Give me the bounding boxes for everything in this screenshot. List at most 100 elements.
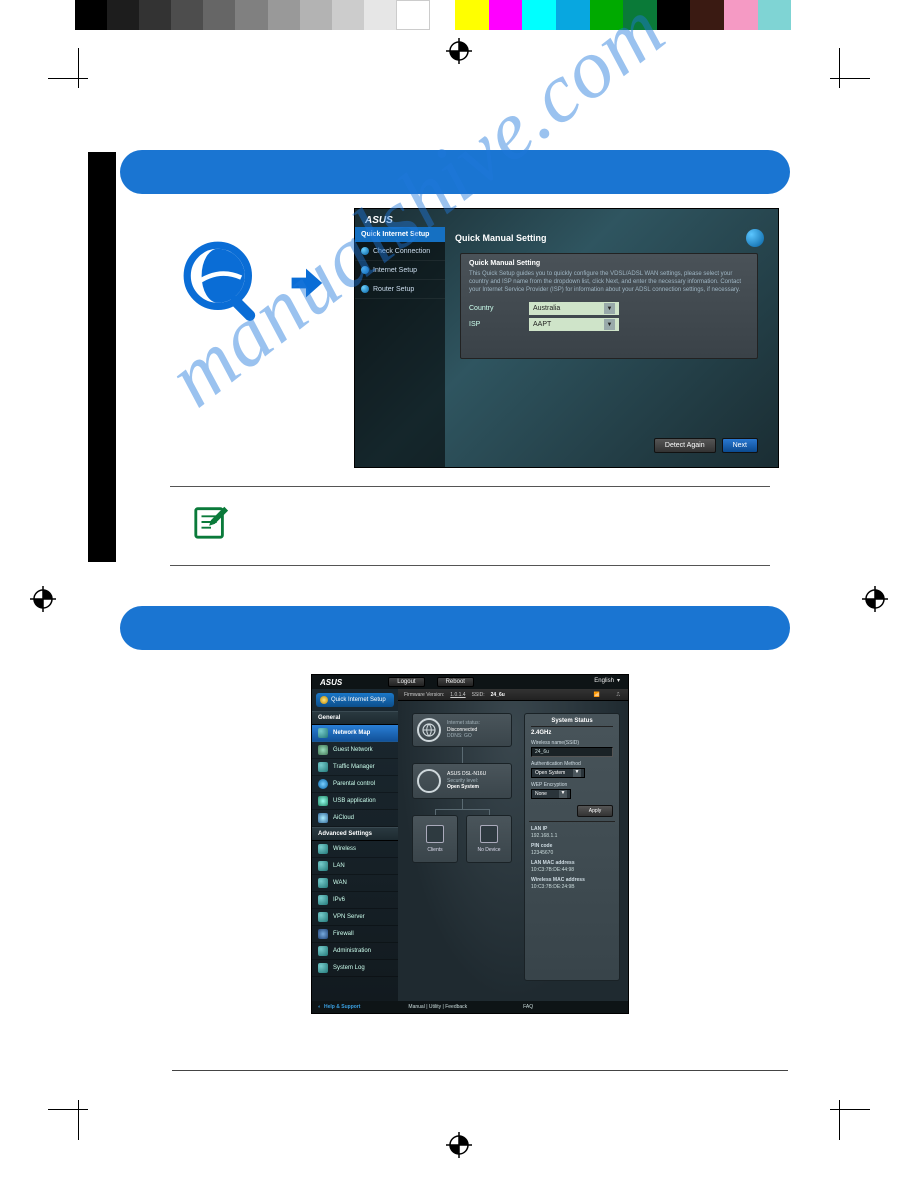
registration-mark-icon: [446, 38, 472, 64]
country-value: Australia: [533, 305, 560, 312]
panel-header: Quick Manual Setting: [469, 260, 749, 267]
vpn-icon: [318, 912, 328, 922]
auth-select[interactable]: Open System▼: [531, 768, 585, 778]
section-heading-band: [120, 150, 790, 194]
usb-card[interactable]: No Device: [466, 815, 512, 863]
footer-links[interactable]: Manual | Utility | Feedback: [408, 1004, 467, 1010]
chevron-down-icon: ▼: [559, 790, 567, 798]
nav-wan[interactable]: WAN: [312, 875, 398, 892]
arrow-right-icon: [288, 265, 324, 301]
guest-icon: [318, 745, 328, 755]
nav-firewall[interactable]: Firewall: [312, 926, 398, 943]
wan-icon: [318, 878, 328, 888]
link-line: [435, 809, 489, 810]
fw-version[interactable]: 1.0.1.4: [450, 692, 465, 698]
divider: [529, 821, 615, 822]
wep-select[interactable]: None▼: [531, 789, 571, 799]
internet-status-label: Internet status:: [447, 720, 480, 727]
reboot-button[interactable]: Reboot: [437, 677, 474, 687]
divider: [170, 565, 770, 566]
nav-aicloud[interactable]: AiCloud: [312, 810, 398, 827]
crop-mark: [820, 48, 870, 98]
traffic-icon: [318, 762, 328, 772]
wep-label: WEP Encryption: [531, 782, 613, 788]
security-value: Open System: [447, 784, 486, 791]
step-icon: [361, 247, 369, 255]
usb-icon: [318, 796, 328, 806]
band-tab[interactable]: 2.4GHz: [531, 730, 613, 736]
wifi-icon: 📶: [594, 692, 600, 698]
divider: [172, 1070, 788, 1071]
nav-ipv6[interactable]: IPv6: [312, 892, 398, 909]
faq-link[interactable]: FAQ: [523, 1004, 533, 1010]
clients-card[interactable]: Clients: [412, 815, 458, 863]
nav-guest[interactable]: Guest Network: [312, 742, 398, 759]
admin-icon: [318, 946, 328, 956]
system-status-panel: System Status 2.4GHz Wireless name(SSID)…: [524, 713, 620, 981]
pin-value: 12345670: [531, 850, 613, 856]
crop-mark: [48, 1090, 98, 1140]
log-icon: [318, 963, 328, 973]
nav-lan[interactable]: LAN: [312, 858, 398, 875]
qis-button[interactable]: Quick Internet Setup: [316, 693, 394, 707]
section-heading-band: [120, 606, 790, 650]
auth-label: Authentication Method: [531, 761, 613, 767]
next-button[interactable]: Next: [722, 438, 758, 453]
step-icon: [361, 285, 369, 293]
pin-label: PIN code: [531, 843, 613, 849]
device-name: ASUS DSL-N16U: [447, 771, 486, 778]
link-line: [462, 799, 463, 809]
country-select[interactable]: Australia ▼: [529, 302, 619, 315]
nav-network-map[interactable]: Network Map: [312, 725, 398, 742]
sidebar-item-check[interactable]: Check Connection: [355, 242, 445, 261]
sidebar-header: Quick Internet Setup: [355, 227, 445, 242]
isp-select[interactable]: AAPT▼: [529, 318, 619, 331]
nav-parental[interactable]: Parental control: [312, 776, 398, 793]
nav-vpn[interactable]: VPN Server: [312, 909, 398, 926]
firmware-bar: Firmware Version: 1.0.1.4 SSID: 24_6u 📶 …: [398, 689, 628, 701]
chevron-down-icon: ▼: [573, 769, 581, 777]
sidebar-item-internet[interactable]: Internet Setup: [355, 261, 445, 280]
help-link[interactable]: Help & Support: [324, 1004, 360, 1010]
help-icon: ◐: [318, 1004, 321, 1010]
sidebar-item-router[interactable]: Router Setup: [355, 280, 445, 299]
nav-syslog[interactable]: System Log: [312, 960, 398, 977]
country-label: Country: [469, 305, 529, 312]
logout-button[interactable]: Logout: [388, 677, 424, 687]
internet-status-card[interactable]: Internet status: Disconnected DDNS: GO: [412, 713, 512, 747]
main-title: Quick Manual Setting: [455, 233, 547, 243]
registration-mark-icon: [862, 586, 888, 612]
wname-input[interactable]: 24_6u: [531, 747, 613, 757]
gear-icon: [320, 696, 328, 704]
wireless-icon: [318, 844, 328, 854]
nav-wireless[interactable]: Wireless: [312, 841, 398, 858]
device-card[interactable]: ASUS DSL-N16U Security level: Open Syste…: [412, 763, 512, 799]
lanmac-label: LAN MAC address: [531, 860, 613, 866]
color-bar-grayscale: [75, 0, 430, 30]
nav-usb[interactable]: USB application: [312, 793, 398, 810]
ssid-value: 24_6u: [491, 692, 505, 698]
globe-icon: [417, 718, 441, 742]
nav-traffic[interactable]: Traffic Manager: [312, 759, 398, 776]
apply-button[interactable]: Apply: [577, 805, 613, 817]
chevron-down-icon: ▾: [617, 677, 620, 684]
language-select[interactable]: English▾: [594, 677, 620, 684]
page-tab: [88, 152, 116, 562]
wmac-label: Wireless MAC address: [531, 877, 613, 883]
crop-mark: [48, 48, 98, 98]
usb-label: No Device: [477, 847, 500, 853]
panel-description: This Quick Setup guides you to quickly c…: [469, 270, 749, 294]
divider: [170, 486, 770, 487]
home-icon[interactable]: [746, 229, 764, 247]
chevron-down-icon: ▼: [604, 303, 615, 314]
nav-admin[interactable]: Administration: [312, 943, 398, 960]
lock-icon: [318, 779, 328, 789]
note-icon: [192, 503, 230, 541]
browser-magnifier-icon: [180, 238, 270, 328]
footer-bar: ◐ Help & Support Manual | Utility | Feed…: [312, 1001, 628, 1013]
map-icon: [318, 728, 328, 738]
clients-label: Clients: [427, 847, 442, 853]
group-advanced: Advanced Settings: [312, 827, 398, 841]
detect-again-button[interactable]: Detect Again: [654, 438, 716, 453]
fw-label: Firmware Version:: [404, 692, 444, 698]
